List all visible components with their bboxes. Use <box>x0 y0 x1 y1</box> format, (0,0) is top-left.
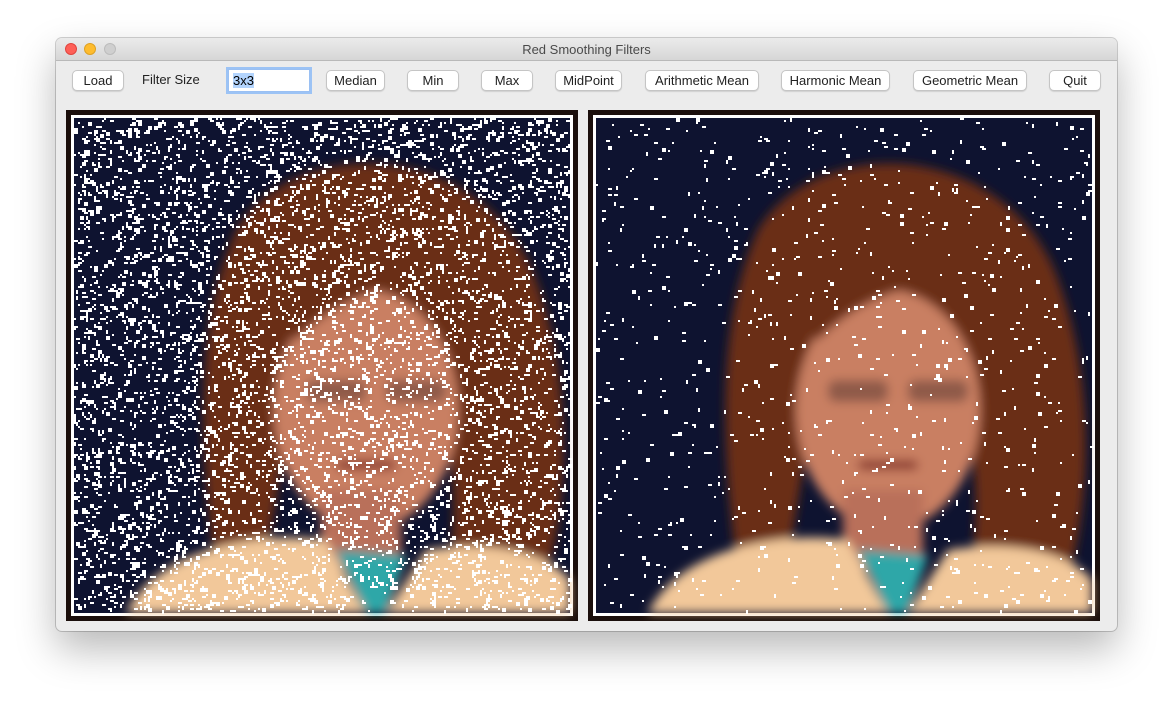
min-button[interactable]: Min <box>407 70 459 91</box>
filter-size-label: Filter Size <box>142 72 200 87</box>
quit-button[interactable]: Quit <box>1049 70 1101 91</box>
toolbar: Load Filter Size 3x3 Median Min Max MidP… <box>56 61 1117 107</box>
app-window: Red Smoothing Filters Load Filter Size 3… <box>56 38 1117 631</box>
noisy-image-panel <box>66 110 578 621</box>
title-bar[interactable]: Red Smoothing Filters <box>56 38 1117 61</box>
median-button[interactable]: Median <box>326 70 385 91</box>
max-button[interactable]: Max <box>481 70 533 91</box>
midpoint-button[interactable]: MidPoint <box>555 70 622 91</box>
filter-size-input[interactable]: 3x3 <box>228 69 310 92</box>
filtered-image-panel <box>588 110 1100 621</box>
geometric-mean-button[interactable]: Geometric Mean <box>913 70 1027 91</box>
harmonic-mean-button[interactable]: Harmonic Mean <box>781 70 890 91</box>
noisy-portrait-image <box>71 115 573 616</box>
filtered-portrait-image <box>593 115 1095 616</box>
filter-size-value: 3x3 <box>233 73 254 88</box>
load-button[interactable]: Load <box>72 70 124 91</box>
arithmetic-mean-button[interactable]: Arithmetic Mean <box>645 70 759 91</box>
window-title: Red Smoothing Filters <box>522 42 651 57</box>
